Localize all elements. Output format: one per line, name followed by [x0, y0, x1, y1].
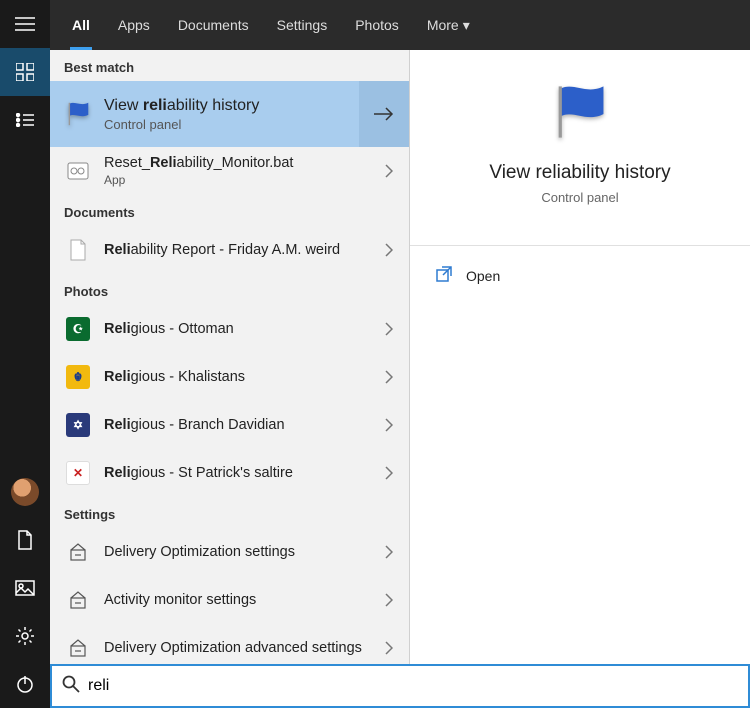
result-title: Delivery Optimization advanced settings — [104, 640, 377, 656]
rail-list-icon[interactable] — [0, 96, 50, 144]
tab-more[interactable]: More▾ — [413, 0, 484, 50]
taskbar-rail — [0, 0, 50, 708]
bat-file-icon — [64, 157, 92, 185]
result-subtitle: Control panel — [104, 117, 359, 132]
result-photo-ottoman[interactable]: ☪ Religious - Ottoman — [50, 305, 409, 353]
flag-icon — [64, 100, 92, 128]
chevron-right-icon — [377, 243, 401, 257]
document-icon — [64, 236, 92, 264]
chevron-right-icon — [377, 418, 401, 432]
open-action[interactable]: Open — [436, 260, 724, 291]
open-label: Open — [466, 268, 500, 284]
search-input[interactable] — [88, 677, 738, 695]
result-title: View reliability history — [104, 97, 359, 115]
tab-all[interactable]: All — [58, 0, 104, 50]
result-title: Reset_Reliability_Monitor.bat — [104, 155, 377, 171]
tab-documents[interactable]: Documents — [164, 0, 263, 50]
search-icon — [62, 675, 88, 698]
settings-item-icon — [64, 538, 92, 566]
settings-item-icon — [64, 586, 92, 614]
result-photo-khalistans[interactable]: ☬ Religious - Khalistans — [50, 353, 409, 401]
result-title: Religious - Ottoman — [104, 321, 377, 337]
result-view-reliability-history[interactable]: View reliability history Control panel — [50, 81, 409, 147]
chevron-right-icon — [377, 164, 401, 178]
search-bar[interactable] — [50, 664, 750, 708]
user-avatar[interactable] — [0, 468, 50, 516]
photo-thumb-icon: ☪ — [64, 315, 92, 343]
settings-gear-icon[interactable] — [0, 612, 50, 660]
section-documents: Documents — [50, 195, 409, 226]
tab-photos[interactable]: Photos — [341, 0, 413, 50]
pictures-icon[interactable] — [0, 564, 50, 612]
tab-settings[interactable]: Settings — [263, 0, 342, 50]
preview-pane: View reliability history Control panel O… — [410, 50, 750, 708]
flag-icon — [548, 80, 612, 144]
section-settings: Settings — [50, 497, 409, 528]
search-results-list: Best match View reliability history Cont… — [50, 50, 410, 708]
chevron-right-icon — [377, 593, 401, 607]
result-reliability-report[interactable]: Reliability Report - Friday A.M. weird — [50, 226, 409, 274]
result-title: Activity monitor settings — [104, 592, 377, 608]
preview-title: View reliability history — [489, 162, 670, 184]
rail-grid-icon[interactable] — [0, 48, 50, 96]
result-activity-monitor[interactable]: Activity monitor settings — [50, 576, 409, 624]
result-title: Religious - Branch Davidian — [104, 417, 377, 433]
result-title: Religious - Khalistans — [104, 369, 377, 385]
hamburger-icon[interactable] — [0, 0, 50, 48]
result-delivery-optimization[interactable]: Delivery Optimization settings — [50, 528, 409, 576]
preview-subtitle: Control panel — [541, 190, 618, 205]
section-best-match: Best match — [50, 50, 409, 81]
chevron-right-icon — [377, 641, 401, 655]
section-photos: Photos — [50, 274, 409, 305]
photo-thumb-icon: ✕ — [64, 459, 92, 487]
tab-apps[interactable]: Apps — [104, 0, 164, 50]
chevron-right-icon — [377, 370, 401, 384]
settings-item-icon — [64, 634, 92, 662]
result-subtitle: App — [104, 173, 377, 187]
chevron-down-icon: ▾ — [463, 17, 470, 34]
open-icon — [436, 266, 452, 285]
chevron-right-icon — [377, 466, 401, 480]
result-title: Delivery Optimization settings — [104, 544, 377, 560]
power-icon[interactable] — [0, 660, 50, 708]
result-title: Reliability Report - Friday A.M. weird — [104, 242, 377, 258]
photo-thumb-icon: ✡ — [64, 411, 92, 439]
search-filter-tabs: All Apps Documents Settings Photos More▾ — [50, 0, 750, 50]
result-photo-st-patrick[interactable]: ✕ Religious - St Patrick's saltire — [50, 449, 409, 497]
documents-icon[interactable] — [0, 516, 50, 564]
arrow-right-icon[interactable] — [359, 81, 409, 147]
chevron-right-icon — [377, 322, 401, 336]
result-photo-branch-davidian[interactable]: ✡ Religious - Branch Davidian — [50, 401, 409, 449]
result-reset-reliability-bat[interactable]: Reset_Reliability_Monitor.bat App — [50, 147, 409, 195]
chevron-right-icon — [377, 545, 401, 559]
result-title: Religious - St Patrick's saltire — [104, 465, 377, 481]
photo-thumb-icon: ☬ — [64, 363, 92, 391]
